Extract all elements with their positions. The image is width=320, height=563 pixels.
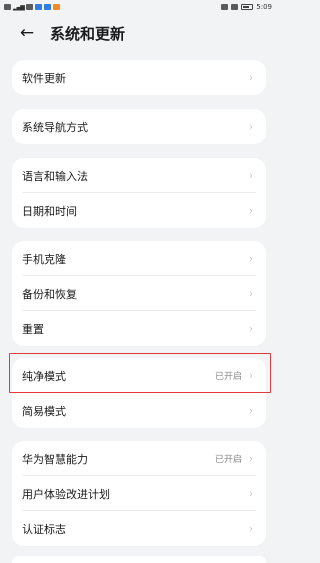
card-language-date: 语言和输入法 › 日期和时间 › [12,158,266,228]
card-huawei-features: 华为智慧能力 已开启 › 用户体验改进计划 › 认证标志 › [12,441,266,546]
signal-icon: ▂▄▆ [13,3,25,11]
notification-icon [25,4,33,10]
header: ← 系统和更新 [0,18,280,48]
row-label: 语言和输入法 [22,169,88,183]
row-user-experience[interactable]: 用户体验改进计划 › [12,476,266,511]
status-right: 5:09 [221,3,272,11]
row-backup-restore[interactable]: 备份和恢复 › [12,276,266,311]
row-date-time[interactable]: 日期和时间 › [12,193,266,228]
status-left: ▂▄▆ [4,4,60,11]
chevron-right-icon: › [249,522,253,535]
row-label: 重置 [22,322,44,336]
card-navigation: 系统导航方式 › [12,109,266,144]
back-arrow-icon[interactable]: ← [14,20,40,46]
row-system-navigation[interactable]: 系统导航方式 › [12,109,266,144]
row-label: 华为智慧能力 [22,452,88,466]
vibrate-icon [221,4,229,10]
card-software-update: 软件更新 › [12,60,266,95]
app-notification-icon-2 [43,4,51,10]
chevron-right-icon: › [249,71,253,84]
row-label: 备份和恢复 [22,287,77,301]
chevron-right-icon: › [249,487,253,500]
card-pure-simple-mode: 纯净模式 已开启 › 简易模式 › [12,358,266,428]
app-notification-icon [34,4,42,10]
row-simple-mode[interactable]: 简易模式 › [12,393,266,428]
row-label: 日期和时间 [22,204,77,218]
row-label: 用户体验改进计划 [22,487,110,501]
chevron-right-icon: › [249,452,253,465]
sim-icon [4,4,11,10]
row-pure-mode[interactable]: 纯净模式 已开启 › [12,358,266,393]
row-phone-clone[interactable]: 手机克隆 › [12,241,266,276]
row-software-update[interactable]: 软件更新 › [12,60,266,95]
bluetooth-icon [231,4,239,10]
row-huawei-intelligence[interactable]: 华为智慧能力 已开启 › [12,441,266,476]
row-certification[interactable]: 认证标志 › [12,511,266,546]
chevron-right-icon: › [249,252,253,265]
chevron-right-icon: › [249,369,253,382]
row-label: 认证标志 [22,522,66,536]
row-language-input[interactable]: 语言和输入法 › [12,158,266,193]
chevron-right-icon: › [249,204,253,217]
status-time: 5:09 [256,3,272,11]
row-label: 系统导航方式 [22,120,88,134]
row-status-value: 已开启 [214,372,242,382]
chevron-right-icon: › [249,120,253,133]
card-partial-next [12,556,266,563]
row-reset[interactable]: 重置 › [12,311,266,346]
page-title: 系统和更新 [50,24,126,43]
row-label: 简易模式 [22,404,66,418]
row-label: 纯净模式 [22,369,66,383]
status-bar: ▂▄▆ 5:09 [0,0,280,14]
row-label: 手机克隆 [22,252,66,266]
row-label: 软件更新 [22,71,66,85]
chevron-right-icon: › [249,287,253,300]
chevron-right-icon: › [249,322,253,335]
chevron-right-icon: › [249,169,253,182]
app-notification-icon-3 [52,4,60,10]
card-clone-backup-reset: 手机克隆 › 备份和恢复 › 重置 › [12,241,266,346]
chevron-right-icon: › [249,404,253,417]
battery-icon [241,4,254,10]
row-status-value: 已开启 [214,455,242,465]
